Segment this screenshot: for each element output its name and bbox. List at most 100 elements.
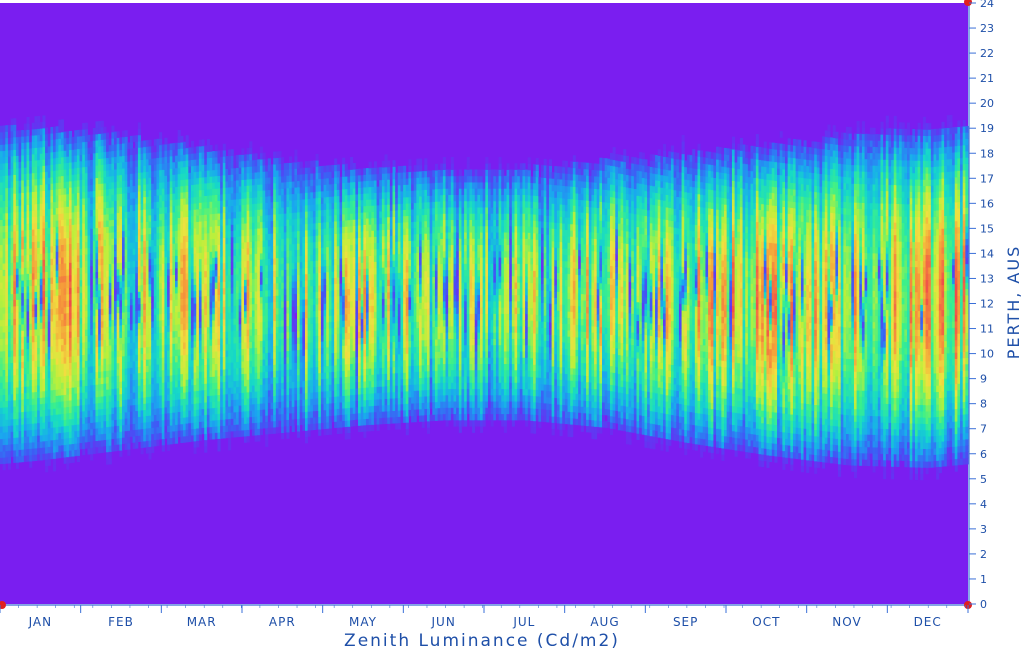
heat-cell xyxy=(217,151,220,158)
heat-cell xyxy=(69,331,72,338)
heat-cell xyxy=(135,323,138,330)
heat-cell xyxy=(103,383,106,390)
heat-cell xyxy=(82,248,85,255)
heat-cell xyxy=(151,165,154,172)
heat-cell xyxy=(175,437,178,444)
heat-cell xyxy=(188,423,191,430)
heat-cell xyxy=(210,183,213,190)
heat-cell xyxy=(85,304,88,311)
heat-cell xyxy=(21,130,24,137)
heat-cell xyxy=(167,344,170,351)
heat-cell xyxy=(61,282,64,289)
heat-cell xyxy=(82,280,85,287)
heat-cell xyxy=(40,316,43,323)
heat-cell xyxy=(69,356,72,363)
heat-cell xyxy=(202,371,205,378)
heat-cell xyxy=(239,161,242,168)
heat-cell xyxy=(196,434,199,441)
heat-cell xyxy=(34,173,37,180)
heat-cell xyxy=(220,313,223,320)
heat-cell xyxy=(40,247,43,254)
heat-cell xyxy=(16,231,19,238)
heat-cell xyxy=(61,207,64,214)
heat-cell xyxy=(125,155,128,162)
heat-cell xyxy=(16,268,19,275)
heat-cell xyxy=(77,205,80,212)
heat-cell xyxy=(225,250,228,257)
heat-cell xyxy=(220,319,223,326)
heat-cell xyxy=(172,181,175,188)
heat-cell xyxy=(64,213,67,220)
heat-cell xyxy=(133,305,136,312)
heat-cell xyxy=(223,407,226,414)
heat-cell xyxy=(24,411,27,418)
heat-cell xyxy=(24,136,27,143)
heat-cell xyxy=(106,408,109,415)
heat-cell xyxy=(93,378,96,385)
heat-cell xyxy=(146,228,149,235)
heat-cell xyxy=(249,154,252,161)
heat-cell xyxy=(244,430,247,437)
heat-cell xyxy=(40,416,43,423)
heat-cell xyxy=(164,157,167,164)
heat-cell xyxy=(133,179,136,186)
heat-cell xyxy=(247,223,250,230)
heat-cell xyxy=(29,173,32,180)
heat-cell xyxy=(72,187,75,194)
heat-cell xyxy=(170,256,173,263)
heat-cell xyxy=(19,180,22,187)
heat-cell xyxy=(69,250,72,257)
heat-cell xyxy=(101,240,104,247)
heat-cell xyxy=(247,229,250,236)
heat-cell xyxy=(172,174,175,181)
heat-cell xyxy=(82,330,85,337)
heat-cell xyxy=(74,318,77,325)
heat-cell xyxy=(159,195,162,202)
heat-cell xyxy=(199,403,202,410)
heat-cell xyxy=(109,314,112,321)
heat-cell xyxy=(29,336,32,343)
heat-cell xyxy=(212,414,215,421)
heat-cell xyxy=(34,298,37,305)
heat-cell xyxy=(21,268,24,275)
heat-cell xyxy=(194,397,197,404)
heat-cell xyxy=(21,443,24,450)
heat-cell xyxy=(178,168,181,175)
heat-cell xyxy=(93,297,96,304)
heat-cell xyxy=(29,423,32,430)
heat-cell xyxy=(143,203,146,210)
heat-cell xyxy=(247,304,250,311)
heat-cell xyxy=(66,350,69,357)
heat-cell xyxy=(61,276,64,283)
heat-cell xyxy=(252,166,255,173)
heat-cell xyxy=(85,135,88,142)
heat-cell xyxy=(159,339,162,346)
heat-cell xyxy=(138,435,141,442)
heat-cell xyxy=(114,332,117,339)
heat-cell xyxy=(178,149,181,156)
heat-cell xyxy=(34,417,37,424)
heat-cell xyxy=(210,201,213,208)
heat-cell xyxy=(58,426,61,433)
heat-cell xyxy=(0,314,3,321)
heat-cell xyxy=(50,409,53,416)
heat-cell xyxy=(80,130,83,137)
heat-cell xyxy=(80,355,83,362)
heat-cell xyxy=(48,146,51,153)
heat-cell xyxy=(72,431,75,438)
heat-cell xyxy=(159,376,162,383)
heat-cell xyxy=(11,194,14,201)
heat-cell xyxy=(233,237,236,244)
heat-cell xyxy=(233,393,236,400)
heat-cell xyxy=(151,321,154,328)
heat-cell xyxy=(109,295,112,302)
heat-cell xyxy=(199,184,202,191)
heat-cell xyxy=(241,148,244,155)
heat-cell xyxy=(21,405,24,412)
heat-cell xyxy=(212,395,215,402)
heat-cell xyxy=(8,131,11,138)
heat-cell xyxy=(5,444,8,451)
heat-cell xyxy=(72,312,75,319)
heat-cell xyxy=(69,281,72,288)
heat-cell xyxy=(241,305,244,312)
